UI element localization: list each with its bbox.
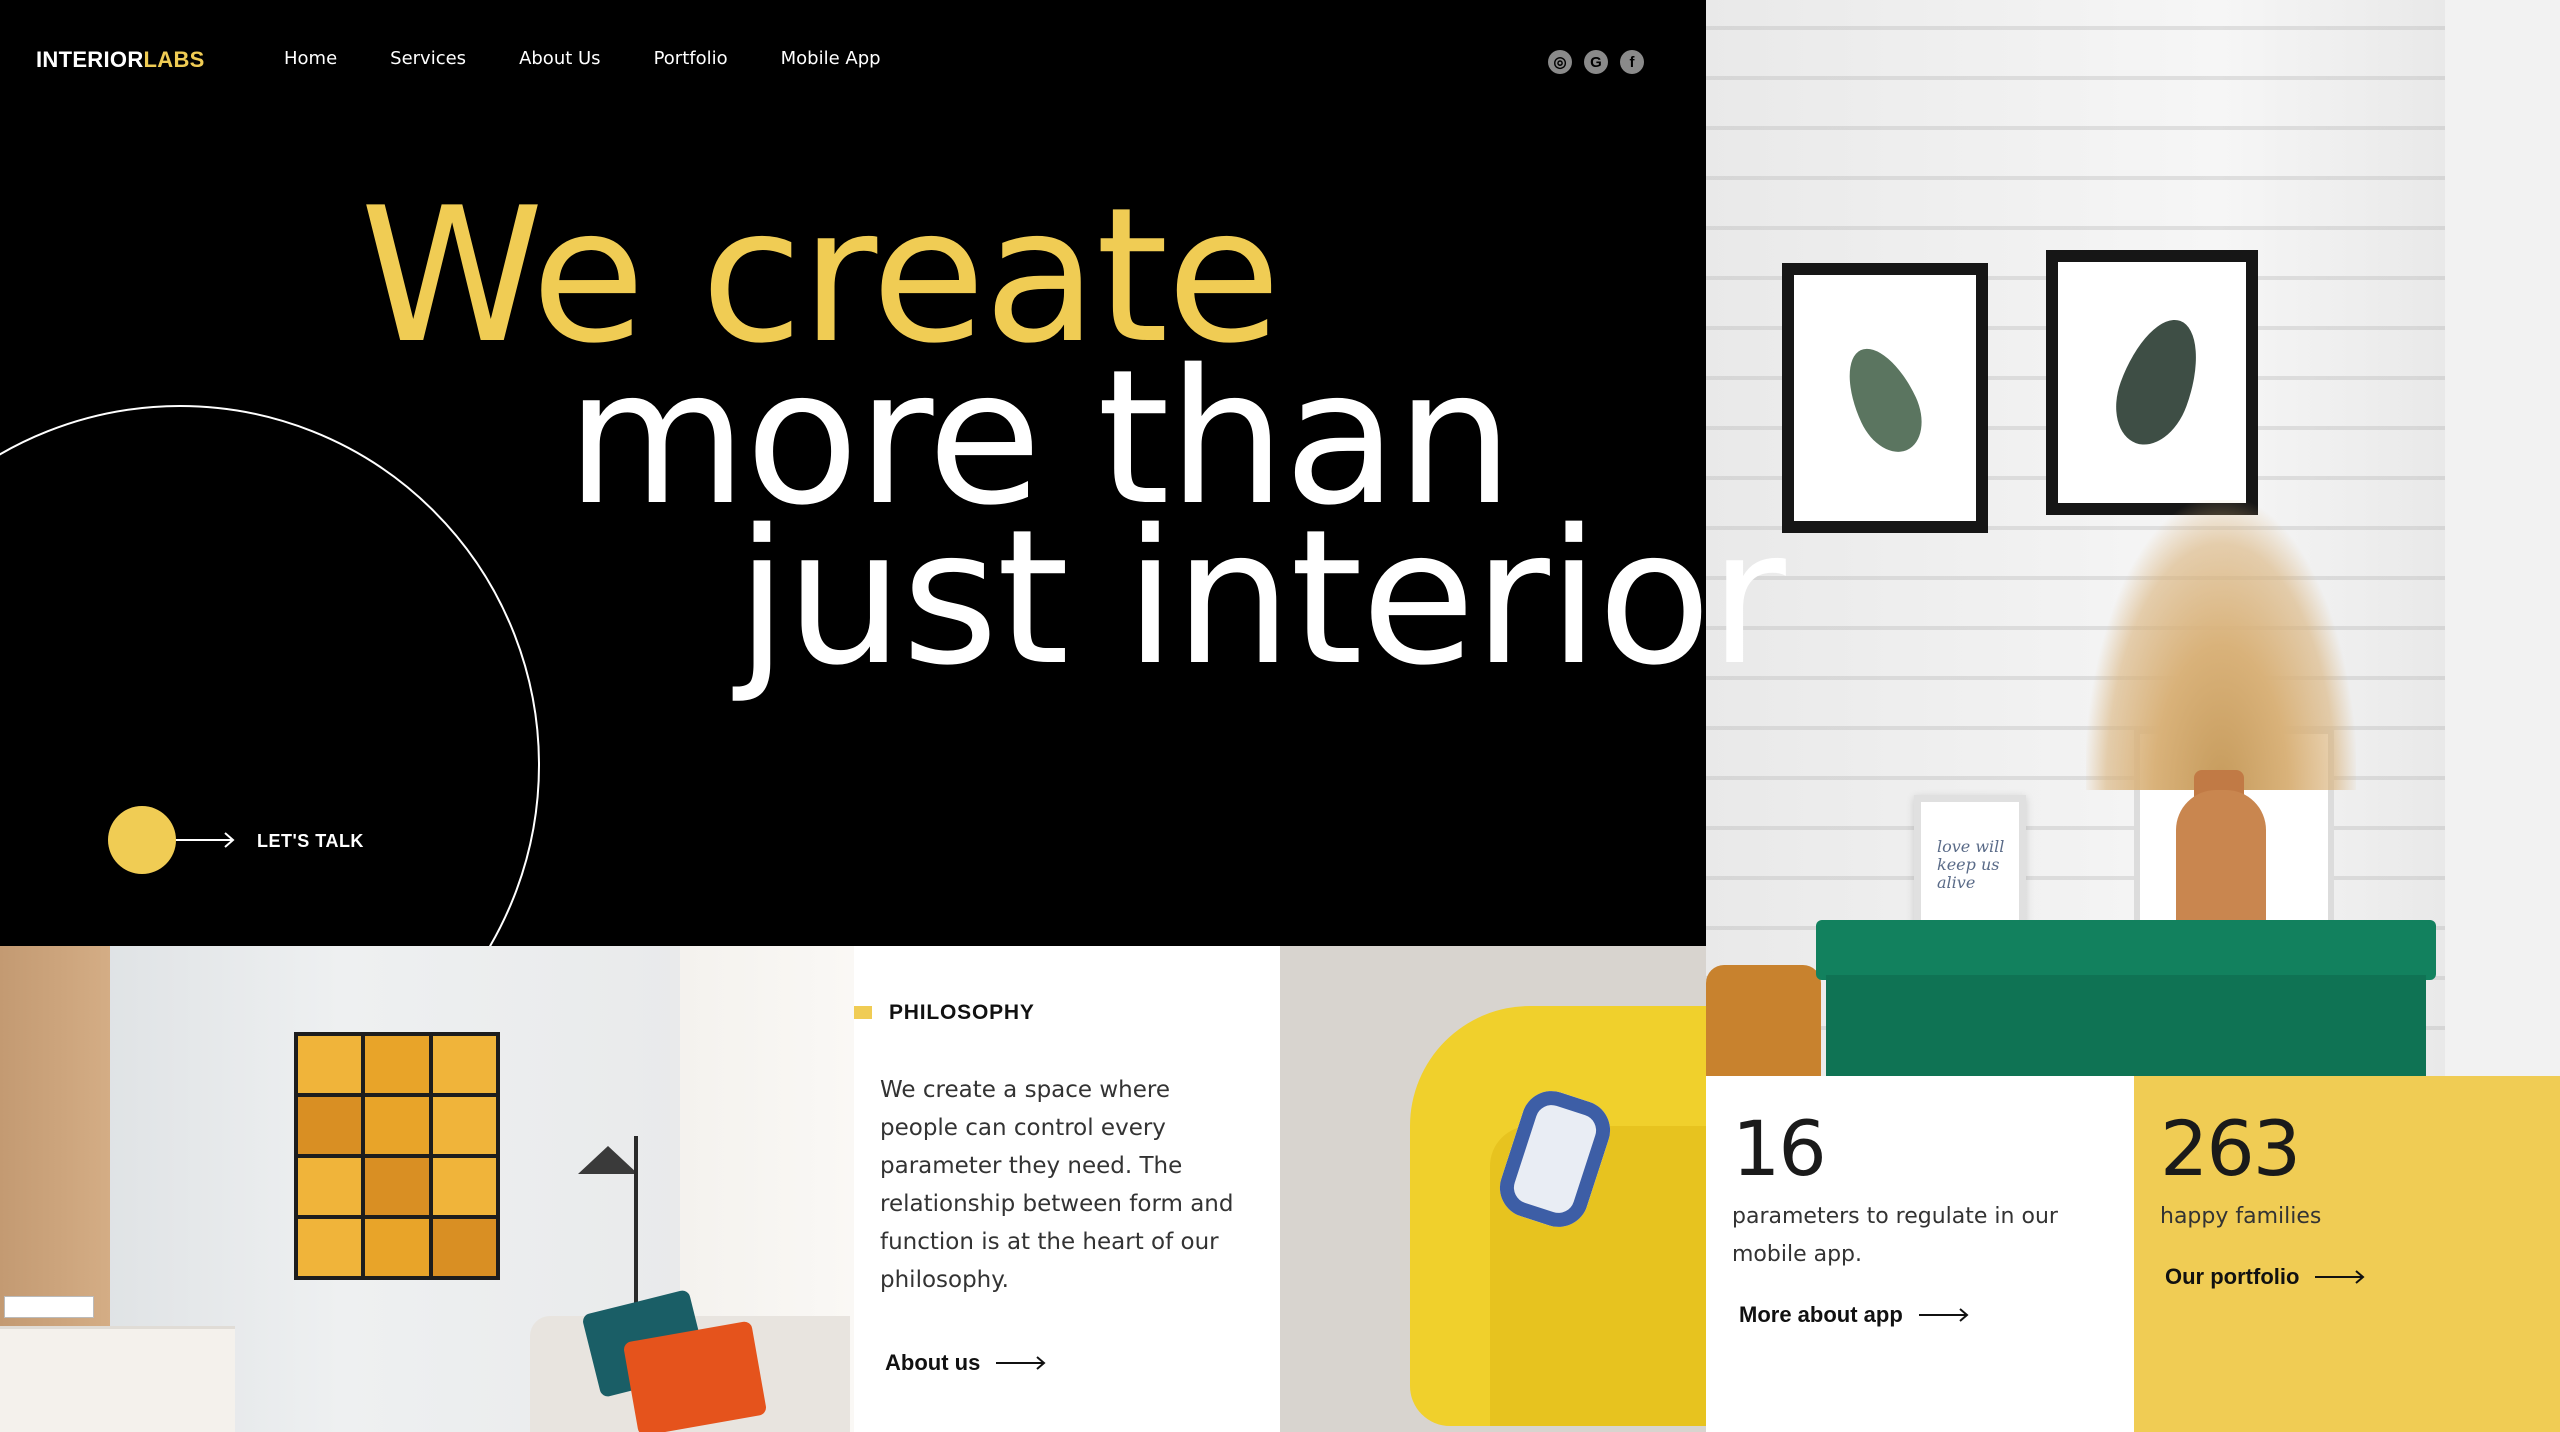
lets-talk-button[interactable]: LET'S TALK: [257, 831, 364, 852]
nav-item-portfolio[interactable]: Portfolio: [654, 48, 728, 69]
lets-talk-dot[interactable]: [108, 806, 176, 874]
leaf-art: [2102, 308, 2214, 456]
stat-number: 263: [2160, 1104, 2301, 1193]
quote-frame: love will keep us alive: [1914, 795, 2026, 940]
book: [4, 1296, 94, 1318]
leaf-frame-1: [1782, 263, 1988, 533]
shelf: [0, 1326, 235, 1432]
more-about-app-label: More about app: [1739, 1302, 1903, 1327]
wall-edge: [2445, 0, 2560, 1076]
our-portfolio-label: Our portfolio: [2165, 1264, 2300, 1289]
arrow-right-icon: [2315, 1270, 2365, 1284]
headline-line-3: just interior: [736, 489, 1786, 706]
arrow-right-icon: [1918, 1308, 1969, 1322]
more-about-app-link[interactable]: More about app: [1739, 1302, 1969, 1328]
stat-number: 16: [1732, 1104, 1827, 1193]
yellow-chair-photo: [1280, 946, 1706, 1432]
decorative-circle: [0, 405, 540, 946]
yellow-wall-art: [294, 1032, 500, 1280]
living-room-photo: [0, 946, 854, 1432]
stat-card-app: 16 parameters to regulate in our mobile …: [1706, 1076, 2134, 1432]
nav-item-mobile-app[interactable]: Mobile App: [781, 48, 881, 69]
arrow-right-icon[interactable]: [176, 831, 236, 849]
logo-part-1: INTERIOR: [36, 47, 144, 72]
our-portfolio-link[interactable]: Our portfolio: [2165, 1264, 2365, 1290]
ottoman: [1706, 965, 1821, 1076]
section-marker: [854, 1006, 872, 1019]
nav-item-services[interactable]: Services: [390, 48, 466, 69]
wall-decor-photo: love will keep us alive: [1706, 0, 2560, 1076]
nav-item-home[interactable]: Home: [284, 48, 337, 69]
social-links: ◎ G f: [1548, 50, 1644, 74]
logo[interactable]: INTERIORLABS: [36, 47, 205, 73]
instagram-icon[interactable]: ◎: [1548, 50, 1572, 74]
philosophy-card: PHILOSOPHY We create a space where peopl…: [854, 946, 1280, 1432]
main-nav: Home Services About Us Portfolio Mobile …: [284, 48, 881, 69]
lamp-shade: [578, 1146, 638, 1174]
philosophy-text: We create a space where people can contr…: [880, 1077, 1234, 1293]
leaf-frame-2: [2046, 250, 2258, 515]
facebook-icon[interactable]: f: [1620, 50, 1644, 74]
about-us-label: About us: [885, 1350, 981, 1375]
green-console-body: [1826, 975, 2426, 1076]
stat-text: parameters to regulate in our mobile app…: [1732, 1204, 2058, 1267]
stat-text: happy families: [2160, 1204, 2322, 1229]
about-us-link[interactable]: About us: [885, 1350, 1046, 1376]
google-icon[interactable]: G: [1584, 50, 1608, 74]
dried-grass: [2086, 500, 2356, 790]
arrow-right-icon: [996, 1356, 1046, 1370]
logo-part-2: LABS: [143, 47, 205, 72]
philosophy-title: PHILOSOPHY: [889, 1001, 1035, 1024]
quote-frame-text: love will keep us alive: [1937, 837, 2005, 892]
green-console-top: [1816, 920, 2436, 980]
nav-item-about-us[interactable]: About Us: [519, 48, 601, 69]
leaf-art: [1833, 337, 1935, 463]
stat-card-families: 263 happy families Our portfolio: [2134, 1076, 2560, 1432]
